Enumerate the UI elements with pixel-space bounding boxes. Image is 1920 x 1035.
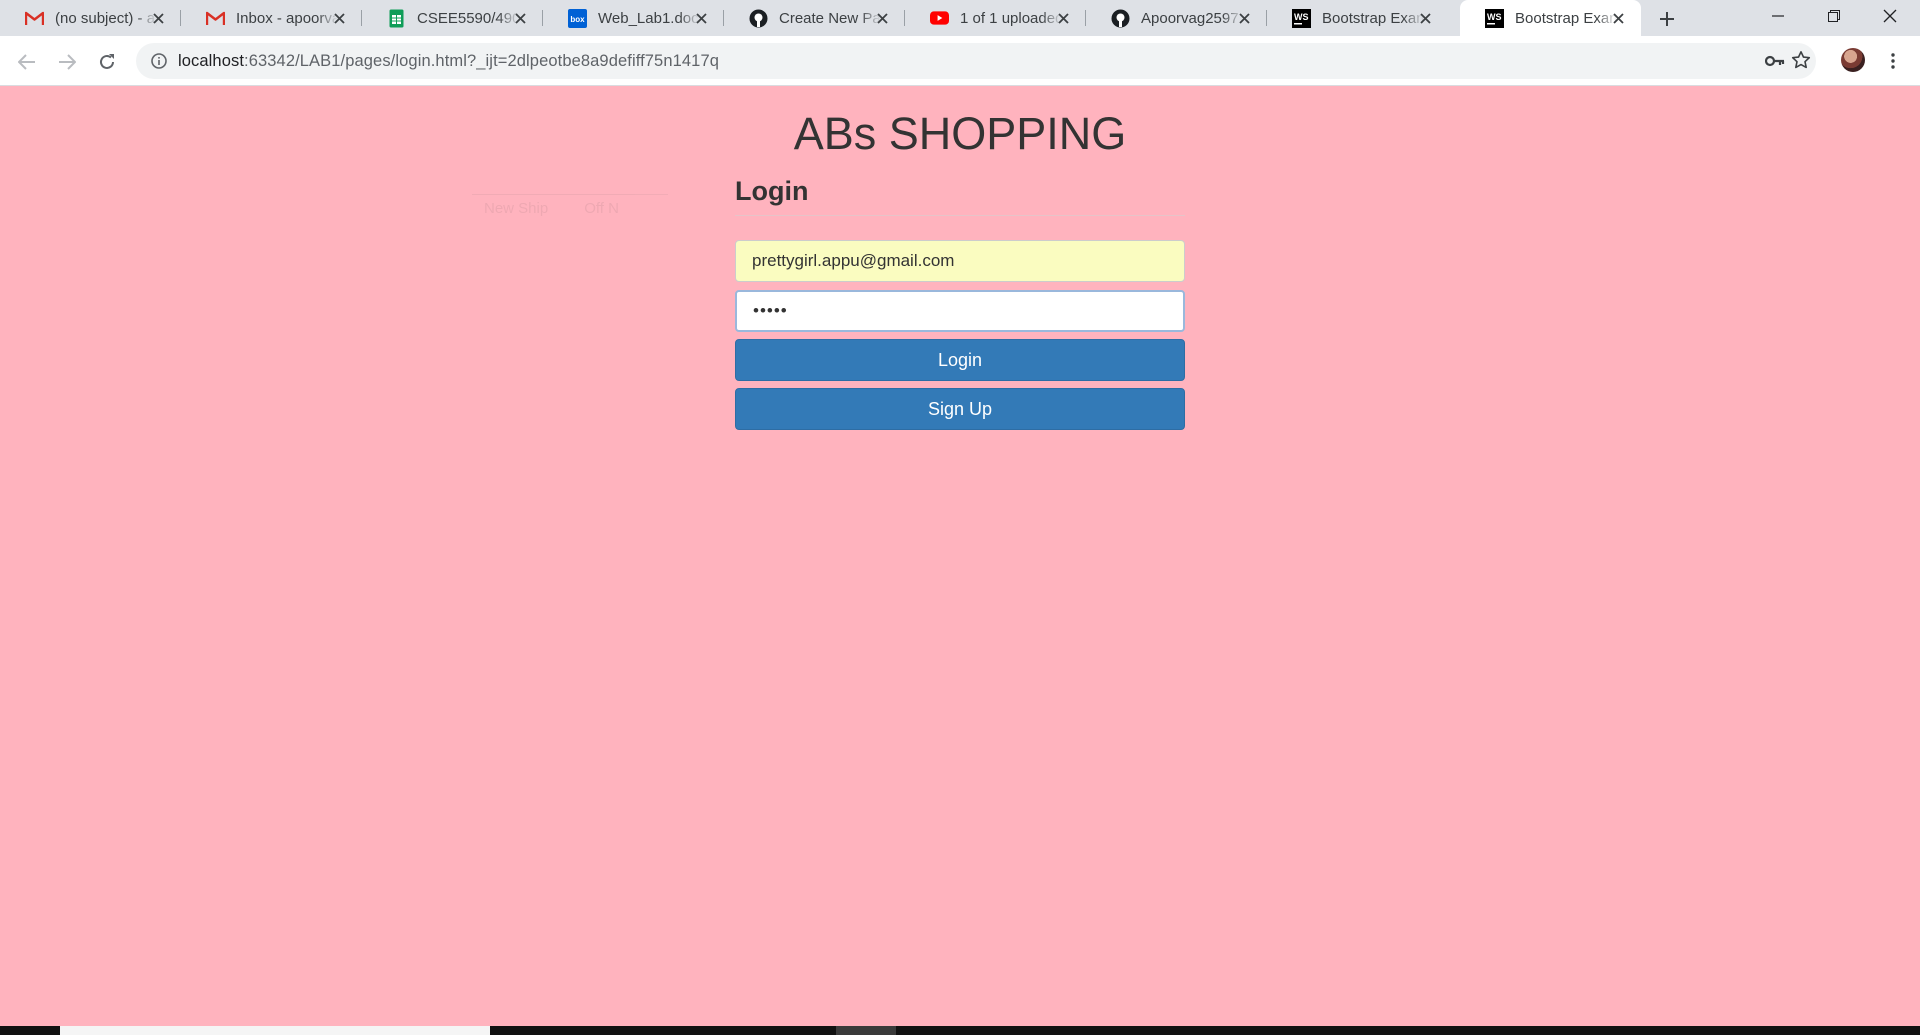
back-button[interactable] <box>14 49 40 75</box>
close-tab-icon[interactable] <box>692 9 710 27</box>
tab-title: Bootstrap Example <box>1322 9 1424 27</box>
sheets-icon <box>387 9 406 28</box>
password-field[interactable] <box>735 290 1185 332</box>
tab-title: (no subject) - apoorvag2597@gmail.com <box>55 9 157 27</box>
tab-title: CSEE5590/490 <box>417 9 519 27</box>
forward-button[interactable] <box>54 49 80 75</box>
restore-icon <box>1828 10 1840 22</box>
address-bar[interactable]: localhost:63342/LAB1/pages/login.html?_i… <box>136 43 1816 79</box>
close-tab-icon[interactable] <box>1416 9 1434 27</box>
close-window-button[interactable] <box>1862 0 1918 32</box>
login-heading: Login <box>735 172 1185 216</box>
tab-title: Bootstrap Example <box>1515 9 1617 27</box>
box-icon: box <box>568 8 587 28</box>
close-tab-icon[interactable] <box>873 9 891 27</box>
tab-title: Inbox - apoorvag2597@gmail.com <box>236 9 338 27</box>
taskbar-item[interactable] <box>60 1026 490 1035</box>
page-content: ABs SHOPPING New Ship Off N Login Login … <box>0 86 1920 1026</box>
new-tab-button[interactable] <box>1655 7 1679 31</box>
more-menu-icon[interactable] <box>1883 49 1903 73</box>
tab-gmail-inbox[interactable]: Inbox - apoorvag2597@gmail.com <box>181 0 362 36</box>
reload-icon <box>100 54 114 69</box>
tab-strip: (no subject) - apoorvag2597@gmail.com In… <box>0 0 1920 36</box>
tab-title: 1 of 1 uploaded <box>960 9 1062 27</box>
email-field[interactable] <box>735 240 1185 282</box>
tab-github-profile[interactable]: Apoorvag2597 <box>1086 0 1267 36</box>
key-icon[interactable] <box>1764 51 1786 71</box>
site-title: ABs SHOPPING <box>793 108 1127 159</box>
tab-gmail-compose[interactable]: (no subject) - apoorvag2597@gmail.com <box>0 0 181 36</box>
reload-button[interactable] <box>94 49 120 75</box>
svg-text:WS: WS <box>1487 12 1502 22</box>
signup-button[interactable]: Sign Up <box>735 388 1185 430</box>
webstorm-icon: WS <box>1292 8 1311 28</box>
taskbar-item[interactable] <box>836 1026 896 1035</box>
tab-bootstrap-active[interactable]: WS Bootstrap Example <box>1460 0 1641 36</box>
tab-github-new-page[interactable]: Create New Page <box>724 0 905 36</box>
tab-sheets[interactable]: CSEE5590/490 <box>362 0 543 36</box>
gmail-icon <box>206 9 225 28</box>
url-host: localhost <box>178 51 245 70</box>
bookmark-star-icon[interactable] <box>1790 49 1812 71</box>
faded-menu-item: Off N <box>584 200 619 217</box>
minimize-button[interactable] <box>1750 0 1806 32</box>
close-tab-icon[interactable] <box>149 9 167 27</box>
close-icon <box>1883 9 1897 23</box>
faded-menu: New Ship Off N <box>472 194 668 222</box>
faded-menu-item: New Ship <box>484 200 549 217</box>
close-tab-icon[interactable] <box>511 9 529 27</box>
minimize-icon <box>1772 15 1784 17</box>
info-icon[interactable] <box>150 52 168 70</box>
close-tab-icon[interactable] <box>1235 9 1253 27</box>
plus-icon <box>1660 12 1674 26</box>
forward-arrow-icon <box>59 54 76 70</box>
close-tab-icon[interactable] <box>1054 9 1072 27</box>
close-tab-icon[interactable] <box>330 9 348 27</box>
tab-title: Apoorvag2597 <box>1141 9 1239 27</box>
login-form: Login Login Sign Up <box>735 172 1185 430</box>
svg-text:box: box <box>570 15 585 24</box>
url-text: localhost:63342/LAB1/pages/login.html?_i… <box>178 52 719 71</box>
github-icon <box>749 9 768 28</box>
close-tab-icon[interactable] <box>1609 9 1627 27</box>
taskbar <box>0 1026 1920 1035</box>
svg-text:WS: WS <box>1294 12 1309 22</box>
tab-title: Create New Page <box>779 9 881 27</box>
browser-toolbar: localhost:63342/LAB1/pages/login.html?_i… <box>0 36 1920 86</box>
gmail-icon <box>25 9 44 28</box>
tab-youtube[interactable]: 1 of 1 uploaded <box>905 0 1086 36</box>
tab-box-doc[interactable]: box Web_Lab1.docx <box>543 0 724 36</box>
youtube-icon <box>930 9 949 28</box>
login-button[interactable]: Login <box>735 339 1185 381</box>
tab-bootstrap-1[interactable]: WS Bootstrap Example <box>1267 0 1448 36</box>
url-path: :63342/LAB1/pages/login.html?_ijt=2dlpeo… <box>244 51 719 70</box>
webstorm-icon: WS <box>1485 8 1504 28</box>
tab-title: Web_Lab1.docx <box>598 9 700 27</box>
restore-button[interactable] <box>1806 0 1862 32</box>
back-arrow-icon <box>18 54 35 70</box>
profile-avatar[interactable] <box>1841 48 1865 72</box>
github-icon <box>1111 9 1130 28</box>
